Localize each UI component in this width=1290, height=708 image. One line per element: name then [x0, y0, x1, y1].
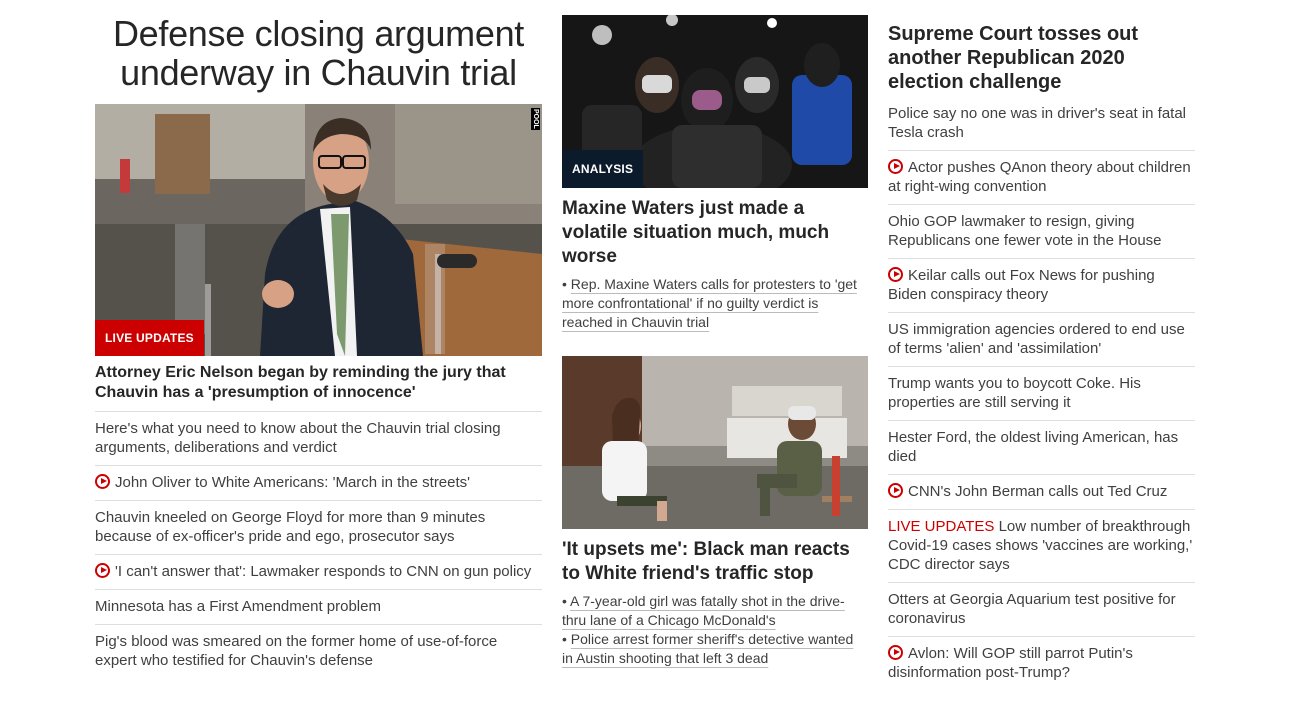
courtroom-image: [95, 104, 542, 356]
protest-photo[interactable]: ANALYSIS: [562, 15, 868, 188]
list-item[interactable]: Otters at Georgia Aquarium test positive…: [888, 582, 1195, 636]
image-credit: POOL: [531, 108, 540, 130]
list-item[interactable]: Actor pushes QAnon theory about children…: [888, 150, 1195, 204]
list-item[interactable]: Chauvin kneeled on George Floyd for more…: [95, 500, 542, 554]
interview-photo[interactable]: [562, 356, 868, 529]
list-item-text: Trump wants you to boycott Coke. His pro…: [888, 375, 1141, 411]
play-icon: [95, 563, 110, 578]
list-item[interactable]: John Oliver to White Americans: 'March i…: [95, 465, 542, 500]
list-item[interactable]: Keilar calls out Fox News for pushing Bi…: [888, 258, 1195, 312]
bullet-item[interactable]: • A 7-year-old girl was fatally shot in …: [562, 592, 868, 630]
list-item-text: US immigration agencies ordered to end u…: [888, 321, 1185, 357]
play-icon: [888, 483, 903, 498]
list-item[interactable]: CNN's John Berman calls out Ted Cruz: [888, 474, 1195, 509]
list-item-text: John Oliver to White Americans: 'March i…: [115, 474, 471, 491]
list-item[interactable]: US immigration agencies ordered to end u…: [888, 312, 1195, 366]
analysis-badge: ANALYSIS: [562, 150, 644, 188]
bullet-link[interactable]: Police arrest former sheriff's detective…: [562, 631, 853, 666]
list-item-text: Police say no one was in driver's seat i…: [888, 105, 1187, 141]
main-headline[interactable]: Defense closing argument underway in Cha…: [95, 14, 542, 92]
story-title[interactable]: Maxine Waters just made a volatile situa…: [562, 197, 868, 269]
live-updates-label: LIVE UPDATES: [888, 518, 995, 535]
right-headline-list: Police say no one was in driver's seat i…: [888, 102, 1195, 690]
story-bullets: • Rep. Maxine Waters calls for protester…: [562, 275, 868, 332]
list-item-text: Avlon: Will GOP still parrot Putin's dis…: [888, 645, 1133, 681]
bullet-item[interactable]: • Police arrest former sheriff's detecti…: [562, 630, 868, 668]
left-headline-list: Here's what you need to know about the C…: [95, 411, 542, 678]
play-icon: [95, 474, 110, 489]
right-top-story[interactable]: Supreme Court tosses out another Republi…: [888, 22, 1195, 94]
bullet-item[interactable]: • Rep. Maxine Waters calls for protester…: [562, 275, 868, 332]
list-item[interactable]: Minnesota has a First Amendment problem: [95, 589, 542, 624]
bullet-link[interactable]: Rep. Maxine Waters calls for protesters …: [562, 276, 857, 330]
list-item[interactable]: Hester Ford, the oldest living American,…: [888, 420, 1195, 474]
right-column: Supreme Court tosses out another Republi…: [888, 15, 1195, 690]
list-item-text: Actor pushes QAnon theory about children…: [888, 159, 1191, 195]
bullet-link[interactable]: A 7-year-old girl was fatally shot in th…: [562, 593, 845, 628]
list-item-text: 'I can't answer that': Lawmaker responds…: [115, 563, 532, 580]
list-item-text: Ohio GOP lawmaker to resign, giving Repu…: [888, 213, 1162, 249]
list-item[interactable]: Ohio GOP lawmaker to resign, giving Repu…: [888, 204, 1195, 258]
play-icon: [888, 159, 903, 174]
list-item-text: Chauvin kneeled on George Floyd for more…: [95, 509, 486, 545]
live-updates-badge: LIVE UPDATES: [95, 320, 204, 356]
story-bullets: • A 7-year-old girl was fatally shot in …: [562, 592, 868, 668]
list-item-text: CNN's John Berman calls out Ted Cruz: [908, 483, 1168, 500]
interview-image: [562, 356, 868, 529]
middle-column: ANALYSIS Maxine Waters just made a volat…: [562, 15, 868, 668]
play-icon: [888, 267, 903, 282]
list-item-text: Keilar calls out Fox News for pushing Bi…: [888, 267, 1155, 303]
lead-story-link[interactable]: Attorney Eric Nelson began by reminding …: [95, 363, 542, 403]
list-item-text: Here's what you need to know about the C…: [95, 420, 501, 456]
list-item-text: Pig's blood was smeared on the former ho…: [95, 633, 498, 669]
list-item[interactable]: Trump wants you to boycott Coke. His pro…: [888, 366, 1195, 420]
play-icon: [888, 645, 903, 660]
list-item[interactable]: Here's what you need to know about the C…: [95, 411, 542, 465]
list-item[interactable]: Police say no one was in driver's seat i…: [888, 102, 1195, 150]
list-item[interactable]: LIVE UPDATES Low number of breakthrough …: [888, 509, 1195, 582]
left-column: Defense closing argument underway in Cha…: [95, 14, 542, 678]
story-title[interactable]: 'It upsets me': Black man reacts to Whit…: [562, 538, 868, 586]
list-item-text: Hester Ford, the oldest living American,…: [888, 429, 1179, 465]
list-item[interactable]: Avlon: Will GOP still parrot Putin's dis…: [888, 636, 1195, 690]
list-item-text: Minnesota has a First Amendment problem: [95, 598, 381, 615]
list-item[interactable]: Pig's blood was smeared on the former ho…: [95, 624, 542, 678]
list-item[interactable]: 'I can't answer that': Lawmaker responds…: [95, 554, 542, 589]
courtroom-photo[interactable]: POOL LIVE UPDATES: [95, 104, 542, 356]
list-item-text: Otters at Georgia Aquarium test positive…: [888, 591, 1176, 627]
